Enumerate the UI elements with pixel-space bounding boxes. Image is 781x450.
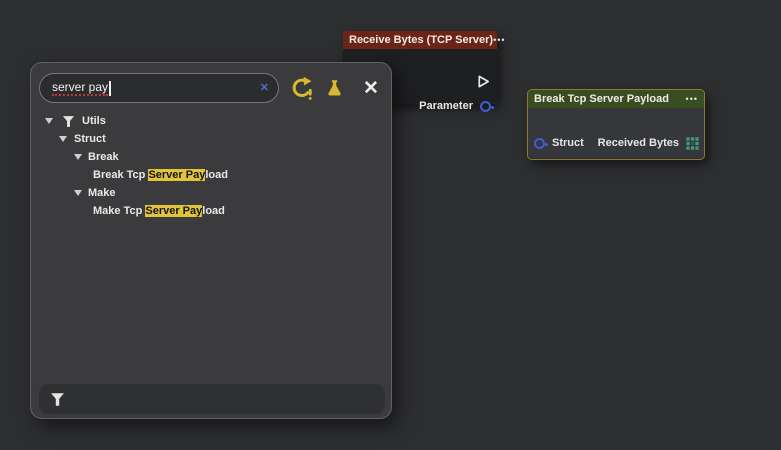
search-match-highlight: Server Pay bbox=[148, 169, 205, 181]
tree-item-make[interactable]: Make bbox=[31, 184, 391, 202]
tree-item-make-tcp-server-payload[interactable]: Make Tcp Server Payload bbox=[31, 202, 391, 220]
refresh-alert-icon[interactable] bbox=[286, 76, 316, 100]
search-toolbar: server pay ✕ ✕ bbox=[31, 73, 391, 103]
label-pre: Break Tcp bbox=[93, 169, 148, 181]
tree-item-label: Make bbox=[88, 187, 116, 199]
struct-pin-row: Struct bbox=[534, 134, 584, 152]
node-body: Struct Received Bytes Connected Client bbox=[528, 108, 704, 158]
struct-input-pin[interactable] bbox=[534, 138, 545, 149]
array-grid-output-pin[interactable] bbox=[686, 137, 699, 150]
node-menu-button[interactable]: ••• bbox=[493, 35, 505, 45]
search-input[interactable]: server pay ✕ bbox=[39, 73, 279, 103]
node-header[interactable]: Receive Bytes (TCP Server) ••• bbox=[343, 31, 497, 49]
connected-client-output-pin[interactable] bbox=[688, 160, 699, 161]
close-icon[interactable]: ✕ bbox=[356, 77, 386, 100]
node-search-popup: server pay ✕ ✕ Utils bbox=[30, 62, 392, 419]
pin-label-parameter: Parameter bbox=[419, 100, 473, 112]
tree-item-label: Struct bbox=[74, 133, 106, 145]
label-post: load bbox=[202, 205, 225, 217]
node-header[interactable]: Break Tcp Server Payload ••• bbox=[528, 90, 704, 108]
tree-item-label: Break Tcp Server Payload bbox=[93, 169, 228, 181]
search-text: server pay bbox=[52, 80, 108, 96]
parameter-pin-row: Parameter bbox=[419, 97, 491, 115]
chevron-down-icon[interactable] bbox=[59, 136, 67, 142]
tree-item-label: Make Tcp Server Payload bbox=[93, 205, 225, 217]
tree-item-label: Break bbox=[88, 151, 119, 163]
node-break-tcp-server-payload[interactable]: Break Tcp Server Payload ••• Struct Rece… bbox=[527, 89, 705, 160]
node-menu-button[interactable]: ••• bbox=[686, 94, 698, 104]
tree-item-break[interactable]: Break bbox=[31, 148, 391, 166]
tree-item-struct[interactable]: Struct bbox=[31, 130, 391, 148]
exec-output-pin[interactable] bbox=[476, 74, 491, 89]
clear-search-icon[interactable]: ✕ bbox=[260, 82, 269, 95]
pin-label-connected-client: Connected Client bbox=[591, 159, 681, 160]
category-filter-bar[interactable] bbox=[39, 384, 385, 414]
pin-label-struct: Struct bbox=[552, 137, 584, 149]
flask-icon[interactable] bbox=[320, 78, 348, 99]
chevron-down-icon[interactable] bbox=[74, 154, 82, 160]
node-title: Break Tcp Server Payload bbox=[534, 93, 686, 105]
chevron-down-icon[interactable] bbox=[45, 118, 53, 124]
node-title: Receive Bytes (TCP Server) bbox=[349, 34, 493, 46]
funnel-icon bbox=[62, 115, 75, 128]
search-match-highlight: Server Pay bbox=[145, 205, 202, 217]
search-results-tree: Utils Struct Break Break Tcp Server Payl… bbox=[31, 112, 391, 220]
tree-item-break-tcp-server-payload[interactable]: Break Tcp Server Payload bbox=[31, 166, 391, 184]
funnel-icon bbox=[50, 392, 65, 407]
received-bytes-pin-row: Received Bytes bbox=[598, 134, 699, 152]
tree-item-utils[interactable]: Utils bbox=[31, 112, 391, 130]
label-post: load bbox=[205, 169, 228, 181]
text-caret bbox=[109, 81, 111, 96]
pin-label-received-bytes: Received Bytes bbox=[598, 137, 679, 149]
connected-client-pin-row: Connected Client bbox=[591, 156, 699, 160]
tree-item-label: Utils bbox=[82, 115, 106, 127]
parameter-output-pin[interactable] bbox=[480, 101, 491, 112]
chevron-down-icon[interactable] bbox=[74, 190, 82, 196]
label-pre: Make Tcp bbox=[93, 205, 145, 217]
